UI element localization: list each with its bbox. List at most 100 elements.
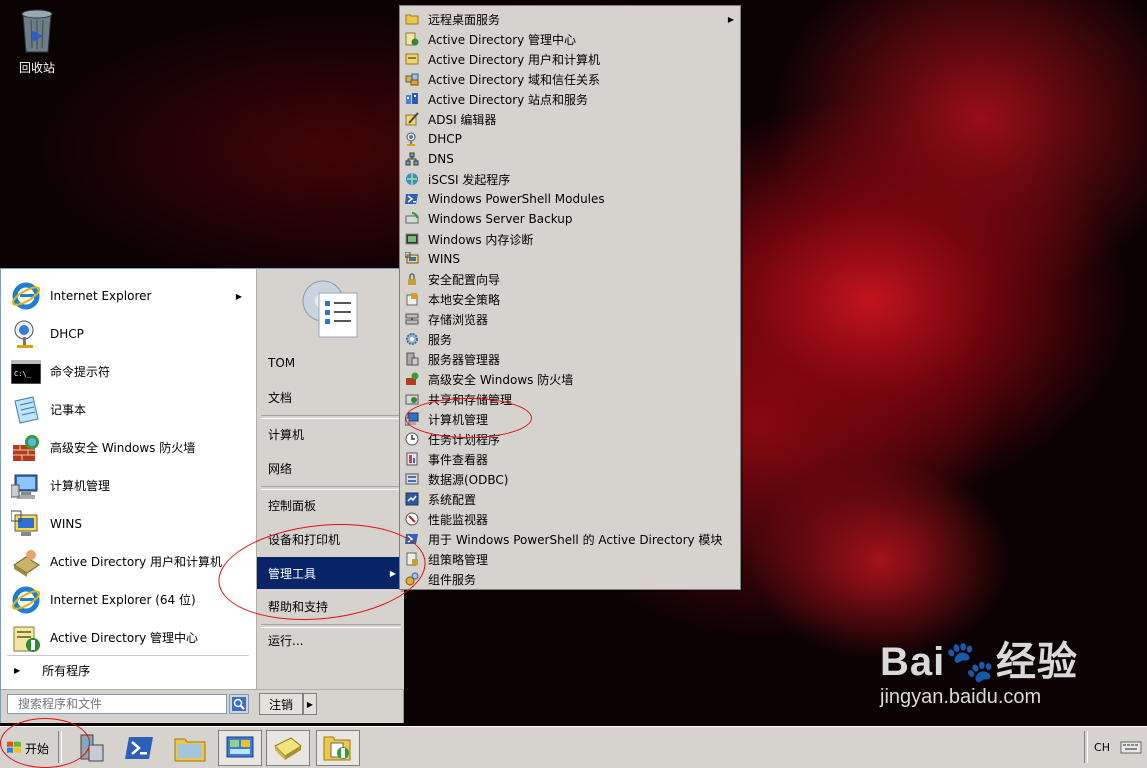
admin-item[interactable]: 本地安全策略 — [400, 289, 740, 309]
admin-item[interactable]: Windows PowerShell Modules — [400, 189, 740, 209]
quick-launch-notepad[interactable] — [266, 730, 310, 766]
user-picture[interactable] — [297, 275, 363, 341]
pinned-item-command-prompt[interactable]: C:\_ 命令提示符 — [4, 353, 254, 391]
pinned-item-dhcp[interactable]: DHCP — [4, 315, 254, 353]
pinned-item-ad-admin-center[interactable]: Active Directory 管理中心 — [4, 619, 254, 657]
documents-label: 文档 — [268, 390, 293, 405]
admin-item[interactable]: 服务器管理器 — [400, 349, 740, 369]
recycle-bin[interactable]: 回收站 — [12, 6, 62, 76]
admin-item[interactable]: 组件服务 — [400, 569, 740, 589]
admin-item-label: 共享和存储管理 — [428, 392, 513, 407]
pinned-item-internet-explorer-64[interactable]: Internet Explorer (64 位) — [4, 581, 254, 619]
user-label: TOM — [268, 356, 296, 370]
logoff-label: 注销 — [268, 697, 293, 712]
keyboard-icon[interactable] — [1120, 737, 1142, 757]
firewall-icon — [404, 371, 420, 387]
admin-item[interactable]: 性能监视器 — [400, 509, 740, 529]
explorer-folder-icon — [174, 738, 206, 762]
admin-item[interactable]: Active Directory 管理中心 — [400, 29, 740, 49]
search-input[interactable] — [7, 694, 227, 714]
admin-item-label: iSCSI 发起程序 — [428, 172, 511, 187]
firewall-icon — [10, 432, 42, 464]
internet-explorer-icon — [10, 280, 42, 312]
admin-item[interactable]: Active Directory 域和信任关系 — [400, 69, 740, 89]
wins-icon — [10, 508, 42, 540]
admin-item[interactable]: 高级安全 Windows 防火墙 — [400, 369, 740, 389]
language-indicator[interactable]: CH — [1090, 735, 1114, 759]
admin-item[interactable]: Active Directory 用户和计算机 — [400, 49, 740, 69]
pinned-item-computer-management[interactable]: 计算机管理 — [4, 467, 254, 505]
computer-management-icon — [404, 411, 420, 427]
start-label: 开始 — [25, 741, 50, 756]
server-manager-icon — [404, 351, 420, 367]
admin-item[interactable]: Windows 内存诊断 — [400, 229, 740, 249]
admin-item-label: Active Directory 站点和服务 — [428, 92, 589, 107]
admin-item[interactable]: DNS — [400, 149, 740, 169]
start-devices-printers[interactable]: 设备和打印机 — [257, 524, 404, 554]
recycle-bin-label: 回收站 — [18, 61, 55, 75]
admin-item-label: 用于 Windows PowerShell 的 Active Directory… — [428, 532, 723, 547]
network-label: 网络 — [268, 461, 293, 476]
powershell-ad-icon — [404, 531, 420, 547]
windows-logo-icon — [7, 741, 21, 753]
security-wizard-icon — [404, 271, 420, 287]
admin-item[interactable]: 数据源(ODBC) — [400, 469, 740, 489]
quick-launch-admin-tools[interactable] — [316, 730, 360, 766]
pinned-item-firewall[interactable]: 高级安全 Windows 防火墙 — [4, 429, 254, 467]
start-network[interactable]: 网络 — [257, 453, 404, 483]
start-help-support[interactable]: 帮助和支持 — [257, 591, 404, 621]
pinned-item-notepad[interactable]: 记事本 — [4, 391, 254, 429]
submenu-arrow-icon: ▶ — [389, 568, 396, 578]
quick-launch-control-panel[interactable] — [218, 730, 262, 766]
all-programs-label: 所有程序 — [42, 663, 91, 678]
shutdown-options-button[interactable]: ▶ — [303, 693, 317, 715]
notepad-icon — [274, 737, 302, 760]
admin-item[interactable]: 计算机管理 — [400, 409, 740, 429]
admin-item[interactable]: 系统配置 — [400, 489, 740, 509]
start-control-panel[interactable]: 控制面板 — [257, 490, 404, 520]
storage-explorer-icon — [404, 311, 420, 327]
start-documents[interactable]: 文档 — [257, 382, 404, 412]
start-run[interactable]: 运行... — [257, 625, 404, 655]
ad-sites-services-icon — [404, 91, 420, 107]
start-computer[interactable]: 计算机 — [257, 419, 404, 449]
admin-item[interactable]: 存储浏览器 — [400, 309, 740, 329]
ad-users-computers-icon — [404, 51, 420, 67]
admin-item[interactable]: 用于 Windows PowerShell 的 Active Directory… — [400, 529, 740, 549]
admin-item[interactable]: 组策略管理 — [400, 549, 740, 569]
quick-launch-explorer[interactable] — [168, 730, 212, 766]
admin-item[interactable]: Active Directory 站点和服务 — [400, 89, 740, 109]
start-menu: Internet Explorer ▶ DHCP C:\_ 命令提示符 记事本 — [0, 268, 404, 723]
start-button[interactable]: 开始 — [2, 731, 52, 765]
pinned-item-label: Active Directory 用户和计算机 — [50, 554, 223, 569]
start-user-tom[interactable]: TOM — [257, 348, 404, 378]
pinned-item-internet-explorer[interactable]: Internet Explorer ▶ — [4, 277, 254, 315]
admin-item[interactable]: 安全配置向导 — [400, 269, 740, 289]
quick-launch-server-manager[interactable] — [68, 730, 112, 766]
start-admin-tools[interactable]: 管理工具 ▶ — [257, 557, 404, 589]
admin-item[interactable]: WINS — [400, 249, 740, 269]
admin-item[interactable]: iSCSI 发起程序 — [400, 169, 740, 189]
search-button[interactable] — [229, 694, 249, 714]
admin-item[interactable]: ADSI 编辑器 — [400, 109, 740, 129]
admin-item-label: 本地安全策略 — [428, 292, 501, 307]
pinned-item-ad-users-computers[interactable]: Active Directory 用户和计算机 — [4, 543, 254, 581]
admin-item[interactable]: 任务计划程序 — [400, 429, 740, 449]
admin-item-label: Windows 内存诊断 — [428, 232, 534, 247]
pinned-item-wins[interactable]: WINS — [4, 505, 254, 543]
admin-item[interactable]: 服务 — [400, 329, 740, 349]
admin-item[interactable]: Windows Server Backup — [400, 209, 740, 229]
admin-item[interactable]: 远程桌面服务 ▶ — [400, 9, 740, 29]
admin-item-label: Windows Server Backup — [428, 212, 573, 226]
control-panel-icon — [226, 736, 254, 758]
admin-item[interactable]: 共享和存储管理 — [400, 389, 740, 409]
admin-item[interactable]: DHCP — [400, 129, 740, 149]
ad-admin-center-icon — [10, 622, 42, 654]
logoff-button[interactable]: 注销 — [259, 693, 303, 715]
all-programs[interactable]: ▶ 所有程序 — [4, 655, 252, 685]
quick-launch-powershell[interactable] — [118, 730, 162, 766]
admin-item[interactable]: 事件查看器 — [400, 449, 740, 469]
pinned-programs: Internet Explorer ▶ DHCP C:\_ 命令提示符 记事本 — [4, 271, 254, 683]
admin-item-label: DNS — [428, 152, 454, 166]
admin-item-label: 安全配置向导 — [428, 272, 501, 287]
